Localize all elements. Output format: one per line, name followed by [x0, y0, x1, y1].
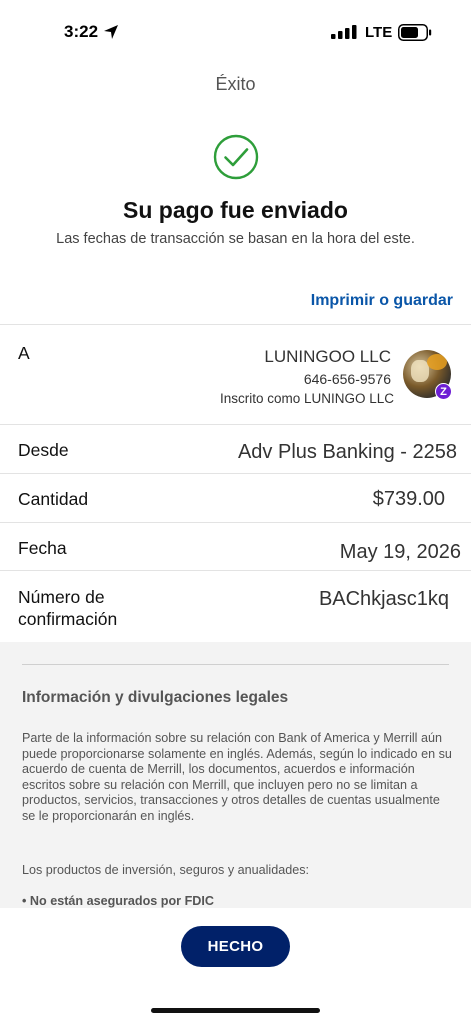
detail-row-to: A LUNINGOO LLC 646-656-9576 Inscrito com…	[0, 324, 471, 424]
home-indicator[interactable]	[151, 1008, 320, 1013]
confirmation-headline: Su pago fue enviado	[123, 197, 348, 223]
recipient-name: LUNINGOO LLC	[264, 347, 391, 366]
amount-label: Cantidad	[18, 489, 89, 509]
date-value: May 19, 2026	[339, 541, 461, 563]
from-label: Desde	[18, 440, 69, 460]
status-time: 3:22	[64, 22, 99, 41]
detail-row-confirmation: Número de confirmación BAChkjasc1kq	[0, 570, 471, 642]
legal-disclosures-section[interactable]: Información y divulgaciones legales Part…	[0, 642, 471, 908]
confirmation-label-line2: confirmación	[18, 609, 118, 629]
from-account-value: Adv Plus Banking - 2258	[237, 441, 457, 463]
legal-paragraph: Parte de la información sobre su relació…	[22, 731, 452, 823]
legal-bullet-fdic: • No están asegurados por FDIC	[22, 894, 214, 908]
confirmation-label-line1: Número de	[18, 587, 105, 607]
done-button[interactable]: HECHO	[181, 926, 290, 967]
print-or-save-link[interactable]: Imprimir o guardar	[311, 292, 453, 310]
network-type: LTE	[365, 24, 393, 41]
cellular-signal-icon	[331, 25, 357, 39]
battery-icon	[398, 24, 432, 41]
success-check-icon	[213, 134, 259, 180]
recipient-enrolled-as: Inscrito como LUNINGO LLC	[219, 391, 394, 406]
detail-row-amount: Cantidad $739.00	[0, 473, 471, 522]
date-label: Fecha	[18, 538, 67, 558]
legal-title: Información y divulgaciones legales	[22, 689, 289, 706]
zelle-badge-icon: Z	[435, 383, 452, 400]
page-title: Éxito	[215, 74, 256, 94]
status-bar: 3:22 LTE	[0, 0, 471, 60]
detail-row-from: Desde Adv Plus Banking - 2258	[0, 424, 471, 473]
legal-paragraph-products: Los productos de inversión, seguros y an…	[22, 863, 310, 877]
confirmation-number-value: BAChkjasc1kq	[318, 588, 449, 610]
legal-divider	[22, 664, 449, 665]
amount-value: $739.00	[372, 488, 445, 510]
recipient-phone: 646-656-9576	[303, 371, 391, 387]
location-arrow-icon	[104, 25, 118, 39]
to-label: A	[18, 343, 30, 363]
confirmation-subtext: Las fechas de transacción se basan en la…	[56, 231, 415, 247]
detail-row-date: Fecha May 19, 2026	[0, 522, 471, 570]
